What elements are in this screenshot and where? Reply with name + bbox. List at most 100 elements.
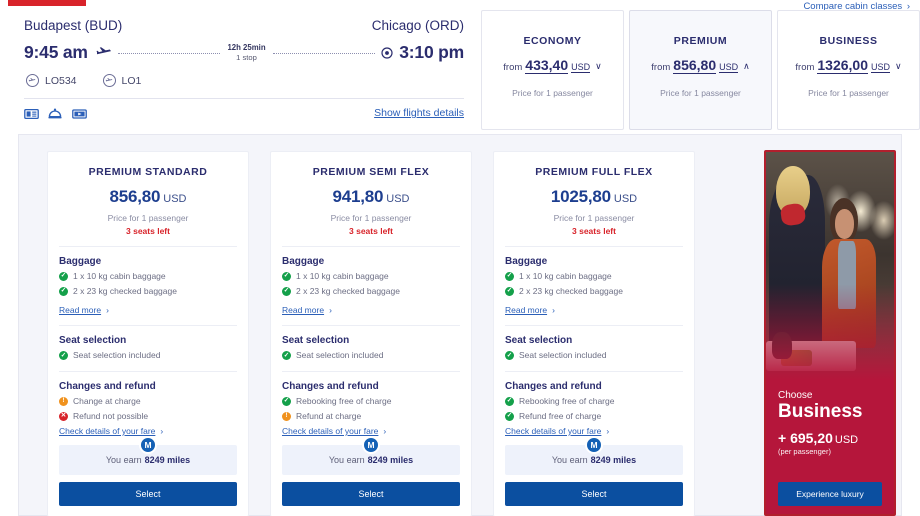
fare-title: PREMIUM FULL FLEX (505, 166, 683, 178)
warning-icon: ! (59, 397, 68, 406)
cabin-card-business[interactable]: BUSINESS from 1326,00 USD ∨ Price for 1 … (777, 10, 920, 130)
promo-kicker: Choose (778, 390, 882, 401)
section-divider (282, 325, 460, 326)
check-icon: ✓ (59, 272, 68, 281)
read-more-link[interactable]: Read more › (59, 305, 237, 315)
fare-title: PREMIUM STANDARD (59, 166, 237, 178)
miles-prefix: You earn (552, 455, 588, 465)
read-more-label: Read more (282, 305, 324, 315)
check-icon: ✓ (282, 287, 291, 296)
promo-title: Business (778, 402, 882, 422)
fare-amount: 856,80 (109, 187, 160, 206)
feature-text: 1 x 10 kg cabin baggage (296, 271, 389, 282)
read-more-link[interactable]: Read more › (282, 305, 460, 315)
duration-block: 12h 25min 1 stop (224, 43, 268, 62)
feature-text: 2 x 23 kg checked baggage (519, 286, 623, 297)
baggage-heading: Baggage (59, 256, 237, 267)
fare-card-premium-full-flex: PREMIUM FULL FLEX 1025,80USD Price for 1… (493, 151, 695, 516)
fare-pax-note: Price for 1 passenger (59, 213, 237, 223)
seat-selection-heading: Seat selection (282, 335, 460, 346)
flight-number-text: LO534 (45, 75, 77, 87)
feature-text: 1 x 10 kg cabin baggage (73, 271, 166, 282)
summary-footer: Show flights details (24, 107, 464, 119)
cabin-name: BUSINESS (819, 35, 877, 47)
chevron-right-icon: › (160, 426, 163, 436)
cabin-from-label: from (795, 62, 814, 73)
feature-text: Change at charge (73, 396, 141, 407)
seat-selection-heading: Seat selection (59, 335, 237, 346)
cabin-pax-note: Price for 1 passenger (808, 88, 889, 98)
check-fare-details-label: Check details of your fare (59, 426, 155, 436)
departure-time: 9:45 am (24, 42, 88, 63)
select-button[interactable]: Select (282, 482, 460, 506)
section-divider (505, 325, 683, 326)
check-fare-details-link[interactable]: Check details of your fare › (282, 426, 460, 436)
feature-text: Refund at charge (296, 411, 361, 422)
origin-city: Budapest (BUD) (24, 18, 122, 33)
flight-duration: 12h 25min (227, 43, 265, 52)
chevron-down-icon[interactable]: ∨ (895, 61, 902, 72)
check-icon: ✓ (505, 272, 514, 281)
cabin-pax-note: Price for 1 passenger (512, 88, 593, 98)
fare-footer: Check details of your fare › M You earn8… (59, 426, 237, 506)
feature-text: Seat selection included (73, 350, 160, 361)
select-button[interactable]: Select (505, 482, 683, 506)
timeline-dots-right (273, 53, 376, 54)
business-upsell-panel[interactable]: Choose Business + 695,20USD (per passeng… (764, 150, 896, 516)
flight-number-item: LO534 (26, 74, 77, 87)
feature-text: 2 x 23 kg checked baggage (73, 286, 177, 297)
stops-count: 1 stop (236, 53, 257, 62)
experience-luxury-button[interactable]: Experience luxury (778, 482, 882, 506)
select-button[interactable]: Select (59, 482, 237, 506)
fare-amount: 1025,80 (551, 187, 611, 206)
miles-prefix: You earn (106, 455, 142, 465)
miles-value: 8249 miles (145, 455, 191, 465)
baggage-heading: Baggage (505, 256, 683, 267)
cabin-pax-note: Price for 1 passenger (660, 88, 741, 98)
chevron-up-icon[interactable]: ∧ (743, 61, 750, 72)
fare-footer: Check details of your fare › M You earn8… (282, 426, 460, 506)
feature-row: ✓ Seat selection included (505, 350, 683, 361)
show-flights-details-link[interactable]: Show flights details (374, 107, 464, 119)
feature-text: Refund not possible (73, 411, 148, 422)
changes-refund-heading: Changes and refund (282, 381, 460, 392)
fare-card-premium-standard: PREMIUM STANDARD 856,80USD Price for 1 p… (47, 151, 249, 516)
baggage-heading: Baggage (282, 256, 460, 267)
feature-row: ✕ Refund not possible (59, 411, 237, 422)
feature-text: Refund free of charge (519, 411, 601, 422)
seat-legroom-icon (24, 107, 39, 119)
chevron-right-icon: › (383, 426, 386, 436)
chevron-down-icon[interactable]: ∨ (595, 61, 602, 72)
cabin-name: PREMIUM (674, 35, 727, 47)
fare-footer: Check details of your fare › M You earn8… (505, 426, 683, 506)
cabin-card-premium[interactable]: PREMIUM from 856,80 USD ∧ Price for 1 pa… (629, 10, 772, 130)
airplane-icon (96, 46, 112, 60)
feature-row: ✓ Refund free of charge (505, 411, 683, 422)
check-icon: ✓ (282, 397, 291, 406)
section-divider (59, 371, 237, 372)
flight-number-text: LO1 (122, 75, 142, 87)
feature-row: ✓ Rebooking free of charge (505, 396, 683, 407)
check-icon: ✓ (505, 397, 514, 406)
check-icon: ✓ (505, 287, 514, 296)
cabin-card-economy[interactable]: ECONOMY from 433,40 USD ∨ Price for 1 pa… (481, 10, 624, 130)
fare-price: 856,80USD (59, 187, 237, 207)
cabin-amount: 433,40 (525, 58, 568, 74)
cabin-amount: 856,80 (673, 58, 716, 74)
read-more-link[interactable]: Read more › (505, 305, 683, 315)
check-fare-details-label: Check details of your fare (282, 426, 378, 436)
flight-fare-selection-page: Budapest (BUD) Chicago (ORD) 9:45 am 12h… (0, 0, 920, 516)
feature-text: Rebooking free of charge (296, 396, 391, 407)
check-fare-details-link[interactable]: Check details of your fare › (59, 426, 237, 436)
feature-row: ✓ 1 x 10 kg cabin baggage (282, 271, 460, 282)
feature-row: ✓ 2 x 23 kg checked baggage (505, 286, 683, 297)
check-fare-details-link[interactable]: Check details of your fare › (505, 426, 683, 436)
feature-row: ✓ 1 x 10 kg cabin baggage (505, 271, 683, 282)
check-icon: ✓ (505, 412, 514, 421)
fare-currency: USD (386, 193, 409, 205)
chevron-right-icon: › (329, 305, 332, 315)
feature-row: ✓ 1 x 10 kg cabin baggage (59, 271, 237, 282)
fare-pax-note: Price for 1 passenger (505, 213, 683, 223)
cabin-from-label: from (651, 62, 670, 73)
miles-prefix: You earn (329, 455, 365, 465)
